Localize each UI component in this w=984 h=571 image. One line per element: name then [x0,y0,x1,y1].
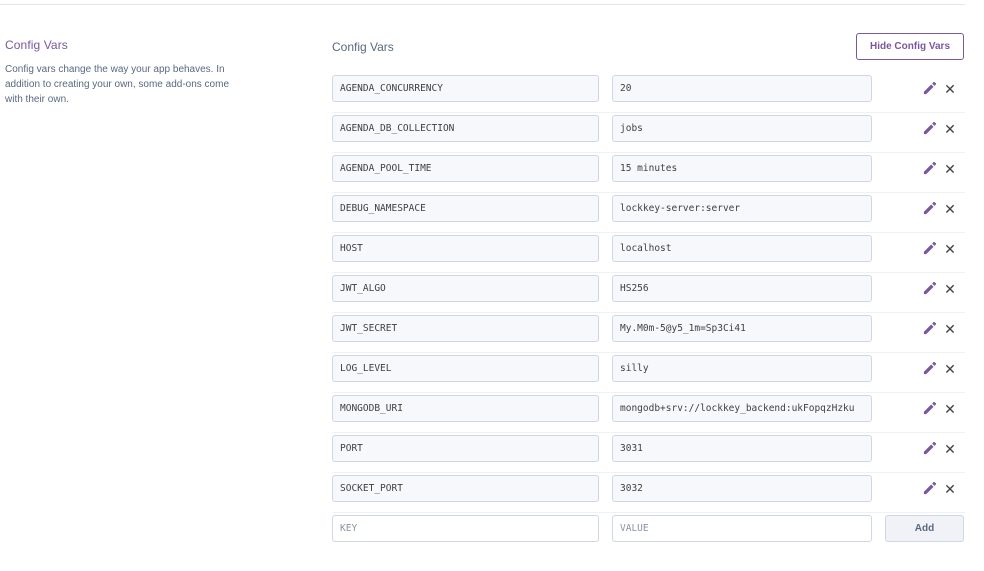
section-title: Config Vars [5,38,68,52]
config-var-row: AGENDA_CONCURRENCY 20 ✕ [332,73,965,113]
config-var-value-field[interactable]: silly [612,355,872,382]
config-var-key-field[interactable]: DEBUG_NAMESPACE [332,195,599,222]
add-config-var-button[interactable]: Add [885,515,964,542]
row-actions: ✕ [922,121,962,137]
close-icon[interactable]: ✕ [944,322,956,336]
pencil-icon[interactable] [922,201,937,216]
config-var-key-field[interactable]: SOCKET_PORT [332,475,599,502]
config-var-key-field[interactable]: MONGODB_URI [332,395,599,422]
close-icon[interactable]: ✕ [944,82,956,96]
panel-title: Config Vars [332,40,394,54]
pencil-icon[interactable] [922,281,937,296]
pencil-icon[interactable] [922,441,937,456]
config-var-value-field[interactable]: lockkey-server:server [612,195,872,222]
row-actions: ✕ [922,401,962,417]
panel-header: Config Vars Hide Config Vars [332,32,965,64]
config-var-value-field[interactable]: HS256 [612,275,872,302]
row-actions: ✕ [922,321,962,337]
close-icon[interactable]: ✕ [944,482,956,496]
close-icon[interactable]: ✕ [944,162,956,176]
config-var-value-field[interactable]: mongodb+srv://lockkey_backend:ukFopqzHzk… [612,395,872,422]
pencil-icon[interactable] [922,401,937,416]
config-var-key-field[interactable]: AGENDA_DB_COLLECTION [332,115,599,142]
config-var-key-field[interactable]: JWT_SECRET [332,315,599,342]
close-icon[interactable]: ✕ [944,242,956,256]
config-var-row: DEBUG_NAMESPACE lockkey-server:server ✕ [332,193,965,233]
pencil-icon[interactable] [922,121,937,136]
config-var-key-field[interactable]: AGENDA_CONCURRENCY [332,75,599,102]
config-var-row: JWT_ALGO HS256 ✕ [332,273,965,313]
config-var-row: AGENDA_POOL_TIME 15 minutes ✕ [332,153,965,193]
config-var-row: SOCKET_PORT 3032 ✕ [332,473,965,513]
config-var-row: JWT_SECRET My.M0m-5@y5_1m=Sp3Ci41 ✕ [332,313,965,353]
config-vars-list: AGENDA_CONCURRENCY 20 ✕ AGENDA_DB_COLLECTIO… [332,73,965,553]
config-vars-panel: Config Vars Hide Config Vars AGENDA_CONC… [332,32,965,553]
close-icon[interactable]: ✕ [944,442,956,456]
config-var-row: LOG_LEVEL silly ✕ [332,353,965,393]
section-divider [0,4,965,5]
config-var-row: MONGODB_URI mongodb+srv://lockkey_backend… [332,393,965,433]
pencil-icon[interactable] [922,361,937,376]
row-actions: ✕ [922,361,962,377]
config-var-value-field[interactable]: 15 minutes [612,155,872,182]
row-actions: ✕ [922,201,962,217]
pencil-icon[interactable] [922,81,937,96]
row-actions: ✕ [922,241,962,257]
config-var-row: PORT 3031 ✕ [332,433,965,473]
close-icon[interactable]: ✕ [944,402,956,416]
config-var-value-field[interactable]: 3031 [612,435,872,462]
config-var-key-field[interactable]: HOST [332,235,599,262]
new-key-input[interactable]: KEY [332,515,599,542]
close-icon[interactable]: ✕ [944,202,956,216]
section-description: Config vars change the way your app beha… [5,64,230,105]
row-actions: ✕ [922,161,962,177]
config-var-value-field[interactable]: 3032 [612,475,872,502]
config-var-key-field[interactable]: PORT [332,435,599,462]
pencil-icon[interactable] [922,321,937,336]
config-var-row: AGENDA_DB_COLLECTION jobs ✕ [332,113,965,153]
config-var-row: HOST localhost ✕ [332,233,965,273]
config-var-key-field[interactable]: JWT_ALGO [332,275,599,302]
hide-config-vars-button[interactable]: Hide Config Vars [856,33,964,60]
row-actions: ✕ [922,481,962,497]
config-var-value-field[interactable]: My.M0m-5@y5_1m=Sp3Ci41 [612,315,872,342]
row-actions: ✕ [922,441,962,457]
row-actions: ✕ [922,81,962,97]
row-actions: ✕ [922,281,962,297]
config-var-value-field[interactable]: localhost [612,235,872,262]
config-vars-intro: Config Vars Config vars change the way y… [5,38,245,107]
config-var-value-field[interactable]: jobs [612,115,872,142]
close-icon[interactable]: ✕ [944,362,956,376]
new-value-input[interactable]: VALUE [612,515,872,542]
config-var-key-field[interactable]: AGENDA_POOL_TIME [332,155,599,182]
config-var-key-field[interactable]: LOG_LEVEL [332,355,599,382]
config-var-value-field[interactable]: 20 [612,75,872,102]
close-icon[interactable]: ✕ [944,122,956,136]
new-config-var-row: KEY VALUE Add [332,513,965,553]
pencil-icon[interactable] [922,161,937,176]
pencil-icon[interactable] [922,481,937,496]
pencil-icon[interactable] [922,241,937,256]
close-icon[interactable]: ✕ [944,282,956,296]
